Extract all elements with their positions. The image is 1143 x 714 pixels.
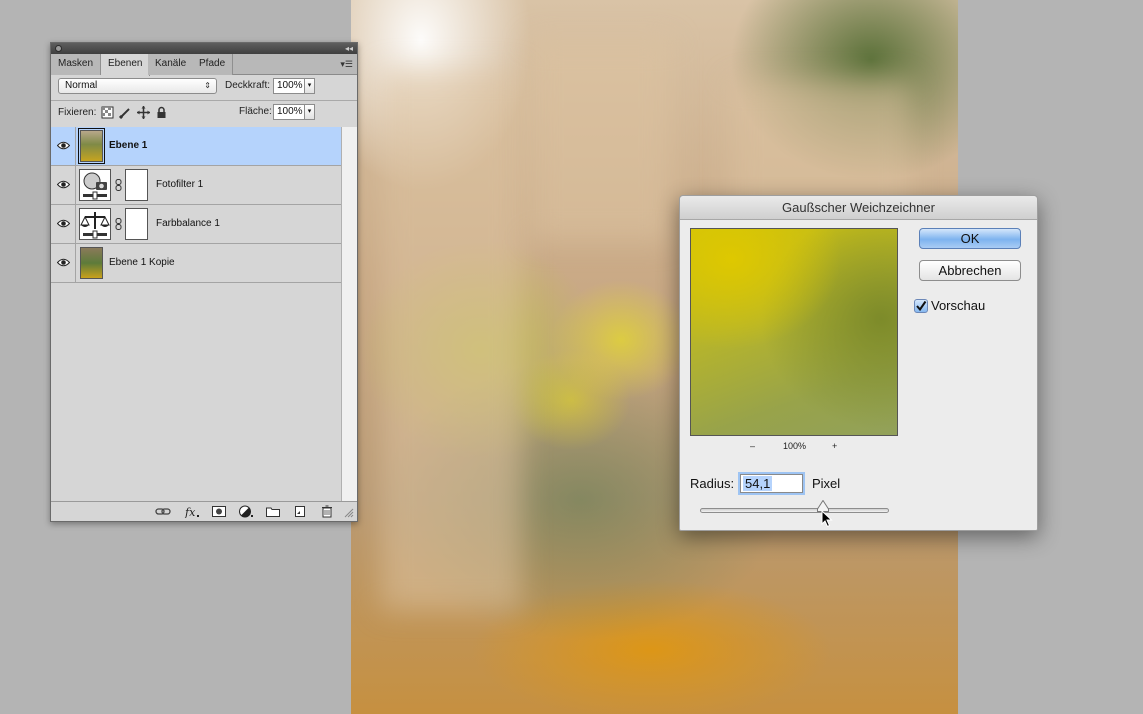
eye-icon: [57, 258, 70, 267]
tab-masken[interactable]: Masken: [51, 54, 102, 75]
preview-checkbox[interactable]: [914, 299, 928, 313]
layer-thumbnail: [78, 128, 105, 164]
tab-kanaele[interactable]: Kanäle: [148, 54, 195, 75]
opacity-label: Deckkraft:: [225, 80, 271, 91]
layer-mask-thumbnail[interactable]: [125, 169, 148, 201]
layer-name: Ebene 1 Kopie: [109, 257, 175, 268]
new-layer-icon[interactable]: [292, 505, 308, 518]
dialog-title[interactable]: Gaußscher Weichzeichner: [680, 196, 1037, 220]
select-arrows-icon: ⇕: [204, 81, 211, 90]
panel-tabbar: Masken Ebenen Kanäle Pfade ▾☰: [51, 54, 357, 76]
eye-icon: [57, 180, 70, 189]
radius-input[interactable]: 54,1: [740, 474, 803, 493]
canvas-blur-shape: [381, 70, 521, 610]
ok-button[interactable]: OK: [919, 228, 1021, 249]
layer-name: Ebene 1: [109, 140, 148, 151]
tab-pfade[interactable]: Pfade: [192, 54, 234, 75]
blend-row: Normal ⇕ Deckkraft: 100% ▾: [51, 76, 357, 103]
cancel-button[interactable]: Abbrechen: [919, 260, 1021, 281]
resize-grip-icon[interactable]: [341, 505, 355, 518]
blend-mode-select[interactable]: Normal ⇕: [58, 78, 217, 94]
zoom-level: 100%: [783, 441, 807, 451]
link-chain-icon[interactable]: [115, 218, 122, 230]
folder-icon[interactable]: [265, 505, 281, 518]
blend-mode-value: Normal: [65, 80, 98, 91]
checkmark-icon: [916, 300, 927, 312]
fill-dropdown-icon[interactable]: ▾: [305, 104, 315, 120]
panel-close-button[interactable]: [55, 45, 62, 52]
eye-icon: [57, 141, 70, 150]
panel-collapse-icon[interactable]: ◂◂: [345, 43, 353, 54]
layer-name: Fotofilter 1: [156, 179, 204, 190]
mask-icon[interactable]: [211, 505, 227, 518]
radius-slider[interactable]: [700, 508, 889, 513]
link-icon[interactable]: [155, 505, 171, 518]
layer-thumbnail: [80, 247, 103, 279]
panel-menu-icon[interactable]: ▾☰: [340, 59, 353, 70]
eye-icon: [57, 219, 70, 228]
lock-all-icon[interactable]: [155, 106, 168, 119]
panel-titlebar[interactable]: ◂◂: [51, 43, 357, 54]
visibility-toggle[interactable]: [51, 205, 76, 244]
opacity-dropdown-icon[interactable]: ▾: [305, 78, 315, 94]
mouse-cursor-icon: [821, 510, 833, 528]
canvas-blur-shape: [531, 40, 671, 240]
tab-ebenen[interactable]: Ebenen: [101, 54, 151, 76]
fx-icon[interactable]: fx: [184, 505, 200, 518]
fill-input[interactable]: 100%: [273, 104, 305, 120]
adjustment-icon[interactable]: [238, 505, 254, 518]
blur-preview[interactable]: [690, 228, 898, 436]
layer-mask-thumbnail[interactable]: [125, 208, 148, 240]
visibility-toggle[interactable]: [51, 244, 76, 283]
layer-row[interactable]: Farbbalance 1: [51, 205, 341, 244]
layer-row[interactable]: Fotofilter 1: [51, 166, 341, 205]
svg-text:fx: fx: [184, 506, 196, 518]
camera-filter-icon: [79, 169, 111, 201]
lock-pixels-icon[interactable]: [119, 106, 132, 119]
layer-row[interactable]: Ebene 1 Kopie: [51, 244, 341, 283]
zoom-out-button[interactable]: –: [750, 441, 755, 451]
radius-label: Radius:: [690, 476, 735, 491]
fill-label: Fläche:: [239, 106, 272, 117]
radius-value: 54,1: [743, 476, 773, 491]
lock-transparent-icon[interactable]: [101, 106, 114, 119]
lock-label: Fixieren:: [58, 107, 97, 118]
gaussian-blur-dialog: Gaußscher Weichzeichner – 100% + OK Abbr…: [679, 195, 1038, 531]
trash-icon[interactable]: [319, 505, 335, 518]
radius-unit: Pixel: [812, 476, 841, 491]
preview-label: Vorschau: [931, 298, 986, 313]
scale-balance-icon: [79, 208, 111, 240]
zoom-in-button[interactable]: +: [832, 441, 837, 451]
lock-row: Fixieren: Fläche: 100% ▾: [51, 100, 357, 127]
layers-scrollbar[interactable]: [341, 127, 357, 501]
lock-position-icon[interactable]: [137, 106, 150, 119]
visibility-toggle[interactable]: [51, 127, 76, 166]
layer-list: Ebene 1 Fotofilter 1 Farbbalance 1 Ebene…: [51, 127, 341, 501]
opacity-input[interactable]: 100%: [273, 78, 305, 94]
layers-panel: ◂◂ Masken Ebenen Kanäle Pfade ▾☰ Normal …: [50, 42, 358, 522]
layer-row[interactable]: Ebene 1: [51, 127, 341, 166]
visibility-toggle[interactable]: [51, 166, 76, 205]
panel-bottom-toolbar: fx: [51, 501, 357, 521]
link-chain-icon[interactable]: [115, 179, 122, 191]
layer-name: Farbbalance 1: [156, 218, 220, 229]
